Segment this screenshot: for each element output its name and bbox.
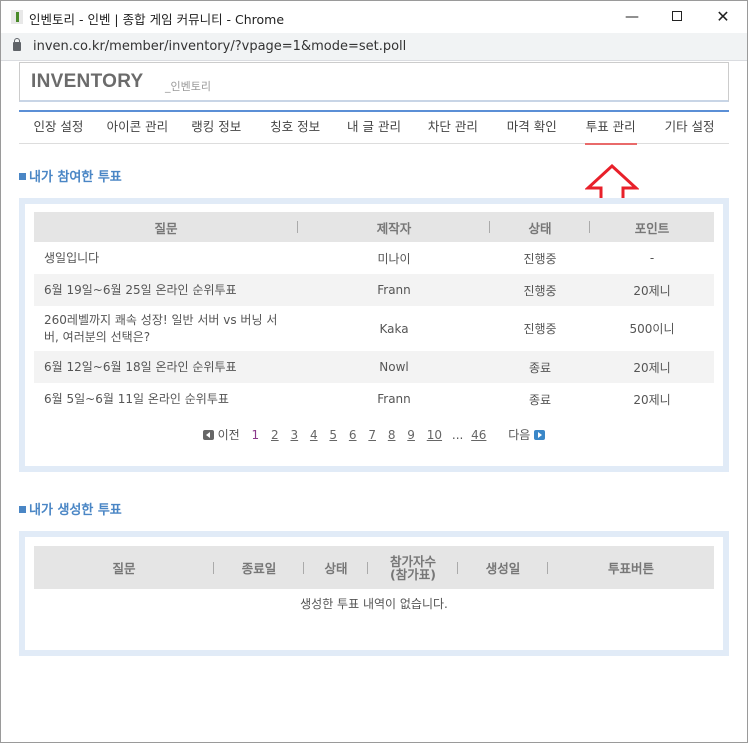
table-header: 질문 제작자 상태 포인트: [34, 212, 714, 242]
poll-points: 20제니: [633, 360, 671, 375]
window-title: 인벤토리 - 인벤 | 종합 게임 커뮤니티 - Chrome: [29, 12, 285, 27]
created-polls-table: 질문 종료일 상태 참가자수 (참가표) 생성일 투표버튼 생성한 투표 내역이…: [34, 546, 714, 620]
chevron-left-icon: [202, 429, 214, 440]
page-link-last[interactable]: 46: [471, 428, 486, 442]
page-link-9[interactable]: 9: [407, 428, 415, 442]
poll-status: 종료: [528, 360, 552, 375]
column-header-vote-button: 투표버튼: [607, 561, 654, 576]
poll-status: 진행중: [523, 322, 557, 336]
poll-question[interactable]: 6월 12일~6월 18일 온라인 순위투표: [34, 359, 298, 376]
table-row[interactable]: 6월 19일~6월 25일 온라인 순위투표 Frann 진행중 20제니: [34, 274, 714, 306]
tab-poll-manage[interactable]: 투표 관리: [571, 112, 650, 145]
page-link-2[interactable]: 2: [271, 428, 279, 442]
poll-author: Kaka: [379, 321, 409, 336]
poll-points: 20제니: [633, 283, 671, 298]
inventory-logo[interactable]: INVENTORY: [31, 71, 144, 93]
column-header-points: 포인트: [634, 220, 670, 236]
tab-ranking-info[interactable]: 랭킹 정보: [177, 112, 256, 143]
poll-author: Frann: [377, 392, 411, 406]
table-row[interactable]: 6월 12일~6월 18일 온라인 순위투표 Nowl 종료 20제니: [34, 351, 714, 383]
next-page-button[interactable]: 다음: [508, 426, 546, 443]
page-link-8[interactable]: 8: [388, 428, 396, 442]
pagination: 이전 1 2 3 4 5 6 7 8 9 10 ... 46 다음: [25, 426, 723, 443]
page-link-4[interactable]: 4: [310, 428, 318, 442]
page-content: INVENTORY _인벤토리 인장 설정 아이콘 관리 랭킹 정보 칭호 정보…: [1, 62, 747, 742]
column-header-created-date: 생성일: [458, 558, 548, 577]
browser-window: 인벤토리 - 인벤 | 종합 게임 커뮤니티 - Chrome — ✕ inve…: [0, 0, 748, 743]
column-header-author: 제작자: [298, 218, 490, 237]
poll-status: 진행중: [523, 251, 557, 266]
participated-polls-title: 내가 참여한 투표: [19, 166, 122, 185]
column-header-question: 질문: [34, 218, 298, 237]
page-link-3[interactable]: 3: [290, 428, 298, 442]
tab-other-settings[interactable]: 기타 설정: [650, 112, 729, 143]
column-header-status: 상태: [490, 218, 590, 237]
participated-polls-title-text: 내가 참여한 투표: [29, 170, 122, 185]
poll-points: 500이니: [629, 322, 675, 336]
poll-status: 종료: [528, 392, 552, 407]
address-bar[interactable]: inven.co.kr/member/inventory/?vpage=1&mo…: [1, 33, 747, 61]
poll-author: 미나이: [377, 251, 411, 266]
inven-favicon-icon: [11, 10, 23, 24]
inventory-nav: 인장 설정 아이콘 관리 랭킹 정보 칭호 정보 내 글 관리 차단 관리 마격…: [19, 110, 729, 145]
poll-author: Nowl: [379, 360, 409, 374]
column-header-participants: 참가자수 (참가표): [368, 555, 458, 581]
minimize-button[interactable]: —: [617, 5, 647, 29]
table-row[interactable]: 6월 5일~6월 11일 온라인 순위투표 Frann 종료 20제니: [34, 383, 714, 415]
poll-question[interactable]: 생일입니다: [34, 250, 298, 267]
tab-magyeok-check[interactable]: 마격 확인: [492, 112, 571, 143]
close-button[interactable]: ✕: [708, 5, 738, 29]
table-row[interactable]: 생일입니다 미나이 진행중 -: [34, 242, 714, 274]
tab-block-manage[interactable]: 차단 관리: [413, 112, 492, 143]
page-link-1[interactable]: 1: [252, 428, 260, 442]
page-link-7[interactable]: 7: [368, 428, 376, 442]
poll-question[interactable]: 260레벨까지 쾌속 성장! 일반 서버 vs 버닝 서버, 여러분의 선택은?: [34, 312, 298, 346]
created-polls-title: 내가 생성한 투표: [19, 499, 122, 518]
page-link-5[interactable]: 5: [329, 428, 337, 442]
table-header: 질문 종료일 상태 참가자수 (참가표) 생성일 투표버튼: [34, 546, 714, 589]
participated-polls-box: 질문 제작자 상태 포인트 생일입니다 미나이 진행중 - 6월 19일~6월 …: [19, 198, 729, 472]
prev-page-button[interactable]: 이전: [202, 426, 240, 443]
inventory-header: INVENTORY _인벤토리: [19, 62, 729, 102]
pagination-ellipsis: ...: [451, 428, 464, 442]
tab-title-info[interactable]: 칭호 정보: [256, 112, 335, 143]
next-page-label: 다음: [508, 428, 531, 442]
url-text[interactable]: inven.co.kr/member/inventory/?vpage=1&mo…: [33, 39, 406, 54]
lock-icon: [13, 38, 21, 51]
participated-polls-table: 질문 제작자 상태 포인트 생일입니다 미나이 진행중 - 6월 19일~6월 …: [34, 212, 714, 415]
inventory-logo-subtitle: _인벤토리: [165, 80, 211, 93]
column-header-status: 상태: [304, 558, 368, 577]
created-polls-title-text: 내가 생성한 투표: [29, 503, 122, 518]
poll-question[interactable]: 6월 5일~6월 11일 온라인 순위투표: [34, 391, 298, 408]
poll-question[interactable]: 6월 19일~6월 25일 온라인 순위투표: [34, 282, 298, 299]
column-header-question: 질문: [34, 558, 214, 577]
chevron-right-icon: [534, 429, 546, 440]
column-header-end-date: 종료일: [214, 558, 304, 577]
poll-status: 진행중: [523, 283, 557, 298]
poll-author: Frann: [377, 283, 411, 297]
title-bar: 인벤토리 - 인벤 | 종합 게임 커뮤니티 - Chrome — ✕: [1, 1, 747, 33]
poll-points: -: [649, 251, 655, 265]
page-link-10[interactable]: 10: [427, 428, 442, 442]
tab-icon-manage[interactable]: 아이콘 관리: [98, 112, 177, 143]
poll-points: 20제니: [633, 392, 671, 407]
square-bullet-icon: [19, 506, 26, 513]
maximize-icon: [672, 11, 682, 21]
empty-message: 생성한 투표 내역이 없습니다.: [300, 597, 448, 611]
page-link-6[interactable]: 6: [349, 428, 357, 442]
created-polls-box: 질문 종료일 상태 참가자수 (참가표) 생성일 투표버튼 생성한 투표 내역이…: [19, 531, 729, 656]
prev-page-label: 이전: [217, 428, 240, 442]
tab-my-posts[interactable]: 내 글 관리: [335, 112, 414, 143]
square-bullet-icon: [19, 173, 26, 180]
tab-seal-settings[interactable]: 인장 설정: [19, 112, 98, 143]
maximize-button[interactable]: [662, 5, 692, 29]
table-row[interactable]: 260레벨까지 쾌속 성장! 일반 서버 vs 버닝 서버, 여러분의 선택은?…: [34, 306, 714, 351]
